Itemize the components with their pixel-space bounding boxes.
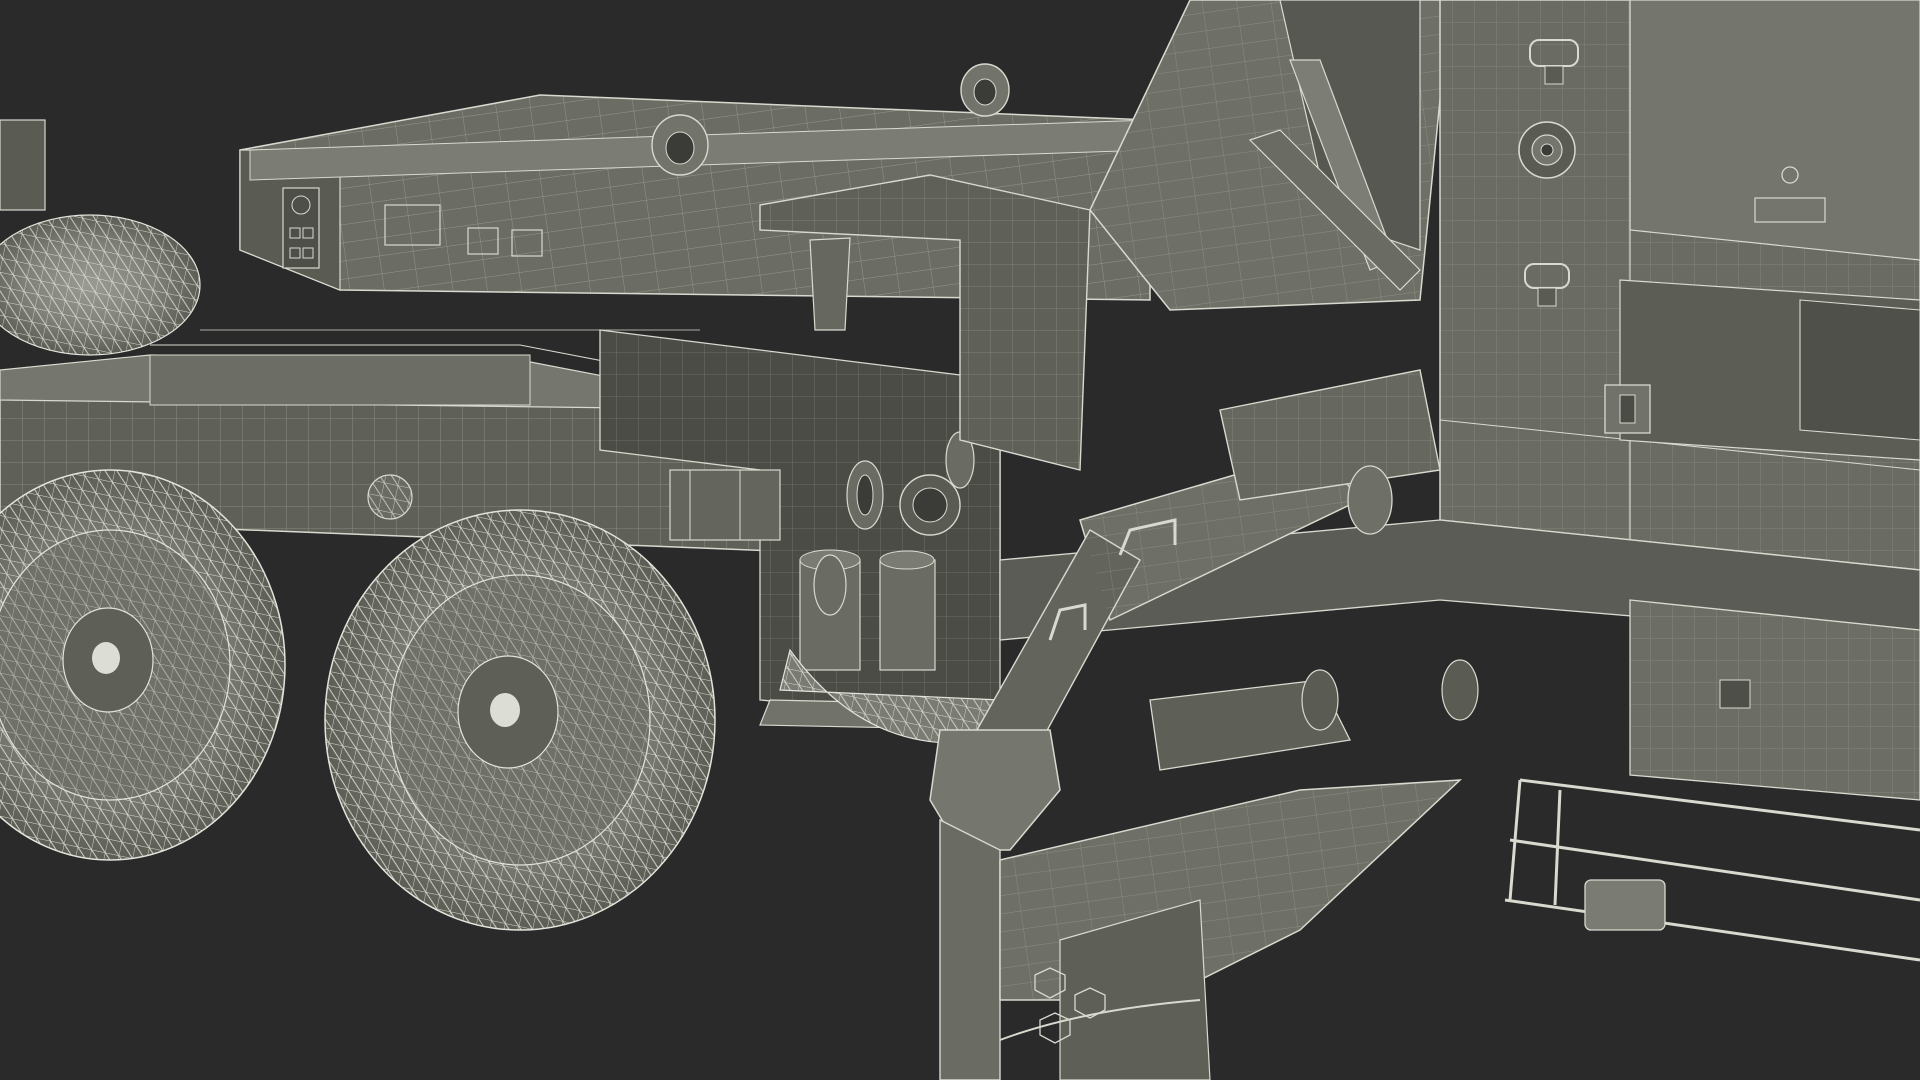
- connector-plate: [282, 187, 320, 269]
- lifting-eye: [651, 114, 709, 176]
- latch: [1604, 384, 1651, 434]
- crane-boom: [1089, 0, 1451, 311]
- render-viewport: [0, 0, 1920, 1080]
- front-bumper-guard: [1504, 778, 1920, 962]
- valve-fitting: [1518, 121, 1576, 179]
- truck-wireframe-scene: [0, 0, 1920, 1080]
- cab-body: [1439, 0, 1920, 571]
- spare-tire: [0, 119, 201, 356]
- tow-spade: [929, 729, 1463, 1080]
- road-wheel-rear: [324, 509, 716, 931]
- lifting-eye: [960, 63, 1010, 117]
